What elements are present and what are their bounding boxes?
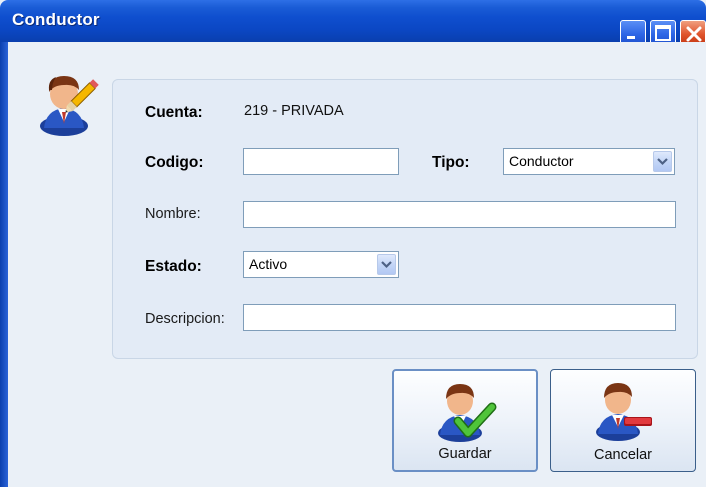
tipo-dropdown-button[interactable] [653, 151, 672, 172]
nombre-input[interactable] [243, 201, 676, 228]
conductor-window: Conductor Cuenta: 219 - PRIVADA Codigo: … [0, 0, 706, 487]
codigo-label: Codigo: [145, 154, 204, 171]
nombre-label: Nombre: [145, 206, 201, 222]
descripcion-input[interactable] [243, 304, 676, 331]
cancelar-label: Cancelar [593, 447, 653, 463]
guardar-button[interactable]: Guardar [392, 369, 538, 472]
tipo-select[interactable]: Conductor [503, 148, 675, 175]
estado-selected-value: Activo [249, 256, 288, 272]
window-frame-left [0, 42, 8, 487]
chevron-down-icon [657, 158, 668, 166]
chevron-down-icon [381, 261, 392, 269]
user-check-icon [438, 384, 497, 442]
cancelar-button[interactable]: Cancelar [550, 369, 696, 472]
user-edit-icon [40, 76, 99, 136]
estado-select[interactable]: Activo [243, 251, 399, 278]
descripcion-label: Descripcion: [145, 311, 225, 327]
window-title: Conductor [12, 10, 100, 29]
cuenta-label: Cuenta: [145, 104, 203, 121]
cuenta-value: 219 - PRIVADA [244, 103, 344, 119]
codigo-input[interactable] [243, 148, 399, 175]
estado-dropdown-button[interactable] [377, 254, 396, 275]
tipo-label: Tipo: [432, 154, 470, 171]
title-bar[interactable]: Conductor [0, 0, 706, 46]
user-remove-icon [596, 383, 652, 441]
guardar-label: Guardar [438, 446, 492, 462]
estado-label: Estado: [145, 258, 202, 275]
tipo-selected-value: Conductor [509, 153, 574, 169]
